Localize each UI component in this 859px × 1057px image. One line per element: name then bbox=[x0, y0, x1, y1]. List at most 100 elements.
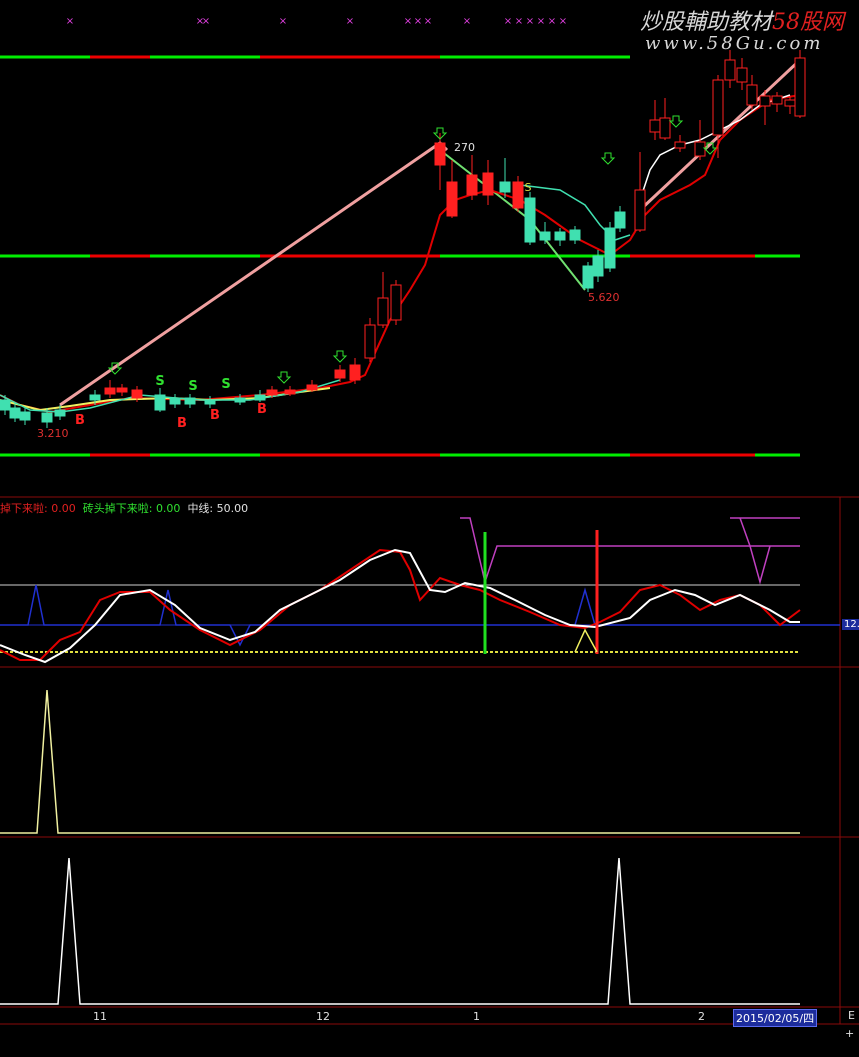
white-oscillator bbox=[0, 548, 800, 664]
candle-body bbox=[539, 231, 551, 241]
buy-signal: B bbox=[75, 413, 85, 428]
candle-body bbox=[89, 394, 101, 401]
yellow-peak bbox=[574, 628, 598, 653]
candle-body bbox=[234, 397, 246, 403]
candle-body bbox=[334, 369, 346, 379]
buy-signal: B bbox=[210, 408, 220, 423]
candle-body bbox=[746, 84, 758, 106]
buy-signal: B bbox=[257, 402, 267, 417]
x-marker: × bbox=[346, 16, 354, 27]
high-price-label: 270 bbox=[454, 141, 475, 154]
sell-signal: S bbox=[155, 374, 164, 389]
teal-ma-line bbox=[0, 379, 341, 413]
x-marker: × bbox=[504, 16, 512, 27]
x-marker: × bbox=[66, 16, 74, 27]
candle-body bbox=[512, 181, 524, 209]
candle-body bbox=[499, 181, 511, 193]
candle-body bbox=[736, 67, 748, 83]
legend-red-value: 0.00 bbox=[51, 502, 76, 515]
candle-body bbox=[349, 364, 361, 381]
candle-body bbox=[390, 284, 402, 321]
candle-body bbox=[184, 397, 196, 405]
level-lines bbox=[0, 55, 800, 457]
candle-body bbox=[634, 189, 646, 231]
x-marker: × bbox=[279, 16, 287, 27]
candle-body bbox=[116, 387, 128, 393]
candle-body bbox=[712, 79, 724, 136]
down-arrow-icon bbox=[600, 152, 616, 165]
corner-label: E bbox=[848, 1009, 855, 1022]
current-date-label: 2015/02/05/四 bbox=[733, 1009, 818, 1027]
date-tick-jan: 1 bbox=[473, 1010, 480, 1023]
signal-markers: S S SSB BB B bbox=[75, 115, 718, 431]
candle-body bbox=[204, 399, 216, 405]
x-marker: × bbox=[463, 16, 471, 27]
candle-body bbox=[784, 99, 796, 107]
candle-body bbox=[659, 117, 671, 139]
sell-signal: S bbox=[188, 379, 197, 394]
x-marker: × bbox=[515, 16, 523, 27]
sell-signal: S bbox=[221, 377, 230, 392]
candle-body bbox=[592, 255, 604, 277]
spike-panel-3 bbox=[0, 689, 800, 834]
x-marker: × bbox=[559, 16, 567, 27]
candle-body bbox=[582, 265, 594, 289]
candle-body bbox=[604, 227, 616, 269]
candle-body bbox=[674, 141, 686, 149]
stock-chart-canvas[interactable]: × ×× × × × × × × × × × × × × S S SSB BB B bbox=[0, 0, 859, 1057]
candle-body bbox=[154, 394, 166, 411]
candle-body bbox=[104, 387, 116, 395]
candle-body bbox=[724, 59, 736, 81]
candle-body bbox=[466, 174, 478, 196]
candle-body bbox=[446, 181, 458, 217]
watermark-url: www.58Gu.com bbox=[645, 33, 824, 54]
x-marker: × bbox=[414, 16, 422, 27]
low-price-label-2: 5.620 bbox=[588, 291, 620, 304]
legend-green-value: 0.00 bbox=[155, 502, 181, 515]
candle-body bbox=[54, 409, 66, 417]
candle-body bbox=[614, 211, 626, 229]
candlesticks[interactable] bbox=[0, 50, 806, 428]
candle-body bbox=[434, 142, 446, 166]
candle-body bbox=[9, 407, 21, 419]
x-marker: × bbox=[537, 16, 545, 27]
buy-signal: B bbox=[177, 416, 187, 431]
candle-body bbox=[0, 399, 11, 411]
x-marker: × bbox=[202, 16, 210, 27]
down-arrow-icon bbox=[276, 371, 292, 384]
date-tick-nov: 11 bbox=[93, 1010, 107, 1023]
long-ma-line-2 bbox=[439, 149, 586, 291]
panel-borders bbox=[0, 496, 859, 1025]
indicator-legend: 掉下来啦: 0.00 砖头掉下来啦: 0.00 中线: 50.00 bbox=[0, 500, 248, 516]
candle-body bbox=[306, 384, 318, 391]
low-price-label-1: 3.210 bbox=[37, 427, 69, 440]
candle-body bbox=[771, 95, 783, 105]
candle-body bbox=[131, 389, 143, 399]
candle-body bbox=[266, 389, 278, 396]
candle-body bbox=[482, 172, 494, 196]
legend-mid-label: 中线: bbox=[187, 502, 214, 515]
watermark-brand: 炒股輔助教材58股网 bbox=[640, 10, 845, 35]
candle-body bbox=[759, 95, 771, 107]
date-tick-dec: 12 bbox=[316, 1010, 330, 1023]
x-marker: × bbox=[424, 16, 432, 27]
candle-body bbox=[524, 197, 536, 243]
sell-signal: S bbox=[525, 181, 532, 194]
candle-body bbox=[377, 297, 389, 326]
candle-body bbox=[794, 57, 806, 117]
x-marker: × bbox=[526, 16, 534, 27]
candle-body bbox=[169, 397, 181, 405]
add-button[interactable]: + bbox=[845, 1027, 854, 1040]
down-arrow-icon bbox=[668, 115, 684, 128]
legend-red-label: 掉下来啦: bbox=[0, 502, 48, 515]
candle-body bbox=[694, 141, 706, 157]
candle-body bbox=[254, 394, 266, 401]
candle-body bbox=[569, 229, 581, 241]
oscillator-panel[interactable] bbox=[0, 517, 840, 664]
right-value-label: 12.5 bbox=[842, 619, 859, 630]
candle-body bbox=[554, 231, 566, 241]
x-marker: × bbox=[404, 16, 412, 27]
candle-body bbox=[364, 324, 376, 359]
spike-panel-4 bbox=[0, 857, 800, 1005]
candle-body bbox=[284, 389, 296, 395]
